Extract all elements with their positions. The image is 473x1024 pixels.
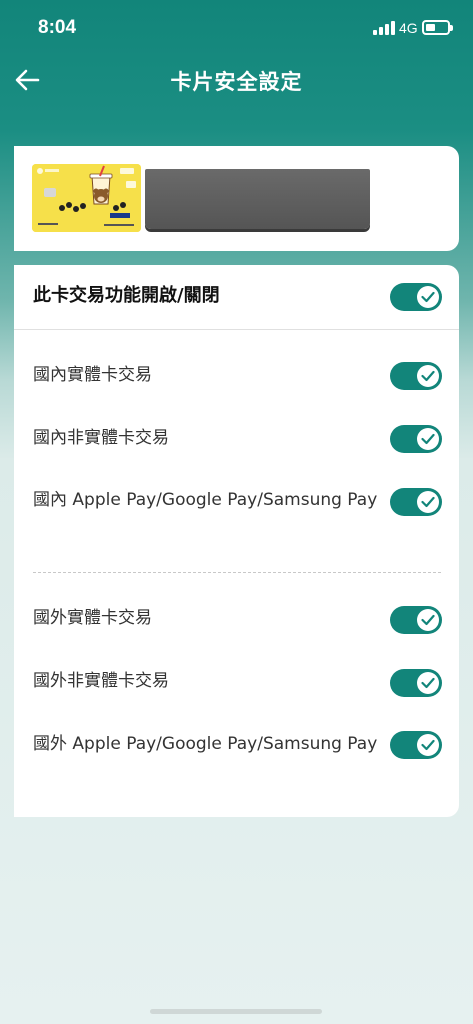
domestic-mobile-pay-row: 國內 Apple Pay/Google Pay/Samsung Pay bbox=[14, 487, 459, 543]
overseas-physical-label: 國外實體卡交易 bbox=[33, 608, 152, 628]
domestic-nonphysical-row: 國內非實體卡交易 bbox=[14, 425, 459, 453]
check-icon bbox=[417, 365, 439, 387]
credit-card-image bbox=[32, 164, 141, 232]
overseas-nonphysical-toggle[interactable] bbox=[390, 669, 442, 697]
overseas-mobile-pay-toggle[interactable] bbox=[390, 731, 442, 759]
divider bbox=[14, 329, 459, 330]
check-icon bbox=[417, 672, 439, 694]
overseas-mobile-pay-label: 國外 Apple Pay/Google Pay/Samsung Pay bbox=[33, 734, 378, 754]
domestic-physical-label: 國內實體卡交易 bbox=[33, 365, 152, 385]
network-type: 4G bbox=[399, 20, 418, 36]
domestic-physical-toggle[interactable] bbox=[390, 362, 442, 390]
check-icon bbox=[417, 286, 439, 308]
check-icon bbox=[417, 428, 439, 450]
overseas-nonphysical-label: 國外非實體卡交易 bbox=[33, 671, 169, 691]
section-divider bbox=[33, 572, 441, 573]
master-toggle-switch[interactable] bbox=[390, 283, 442, 311]
battery-icon bbox=[422, 20, 453, 35]
overseas-physical-row: 國外實體卡交易 bbox=[14, 605, 459, 634]
overseas-mobile-pay-row: 國外 Apple Pay/Google Pay/Samsung Pay bbox=[14, 731, 459, 787]
card-info-mask bbox=[145, 169, 370, 229]
domestic-physical-row: 國內實體卡交易 bbox=[14, 362, 459, 390]
domestic-nonphysical-label: 國內非實體卡交易 bbox=[33, 428, 169, 448]
overseas-nonphysical-row: 國外非實體卡交易 bbox=[14, 668, 459, 697]
card-panel bbox=[14, 146, 459, 251]
domestic-mobile-pay-label: 國內 Apple Pay/Google Pay/Samsung Pay bbox=[33, 490, 378, 510]
master-toggle-row: 此卡交易功能開啟/關閉 bbox=[14, 282, 459, 312]
status-time: 8:04 bbox=[38, 17, 77, 38]
check-icon bbox=[417, 734, 439, 756]
domestic-nonphysical-toggle[interactable] bbox=[390, 425, 442, 453]
master-toggle-label: 此卡交易功能開啟/關閉 bbox=[33, 285, 220, 306]
page-title: 卡片安全設定 bbox=[170, 70, 303, 94]
status-bar: 8:04 4G bbox=[0, 0, 473, 56]
signal-icon bbox=[373, 21, 395, 35]
check-icon bbox=[417, 491, 439, 513]
overseas-physical-toggle[interactable] bbox=[390, 606, 442, 634]
check-icon bbox=[417, 609, 439, 631]
domestic-mobile-pay-toggle[interactable] bbox=[390, 488, 442, 516]
settings-panel: 此卡交易功能開啟/關閉 國內實體卡交易 國內非實體卡交易 國內 Apple Pa… bbox=[14, 265, 459, 817]
home-indicator[interactable] bbox=[150, 1009, 322, 1014]
nav-header: 卡片安全設定 bbox=[0, 56, 473, 106]
